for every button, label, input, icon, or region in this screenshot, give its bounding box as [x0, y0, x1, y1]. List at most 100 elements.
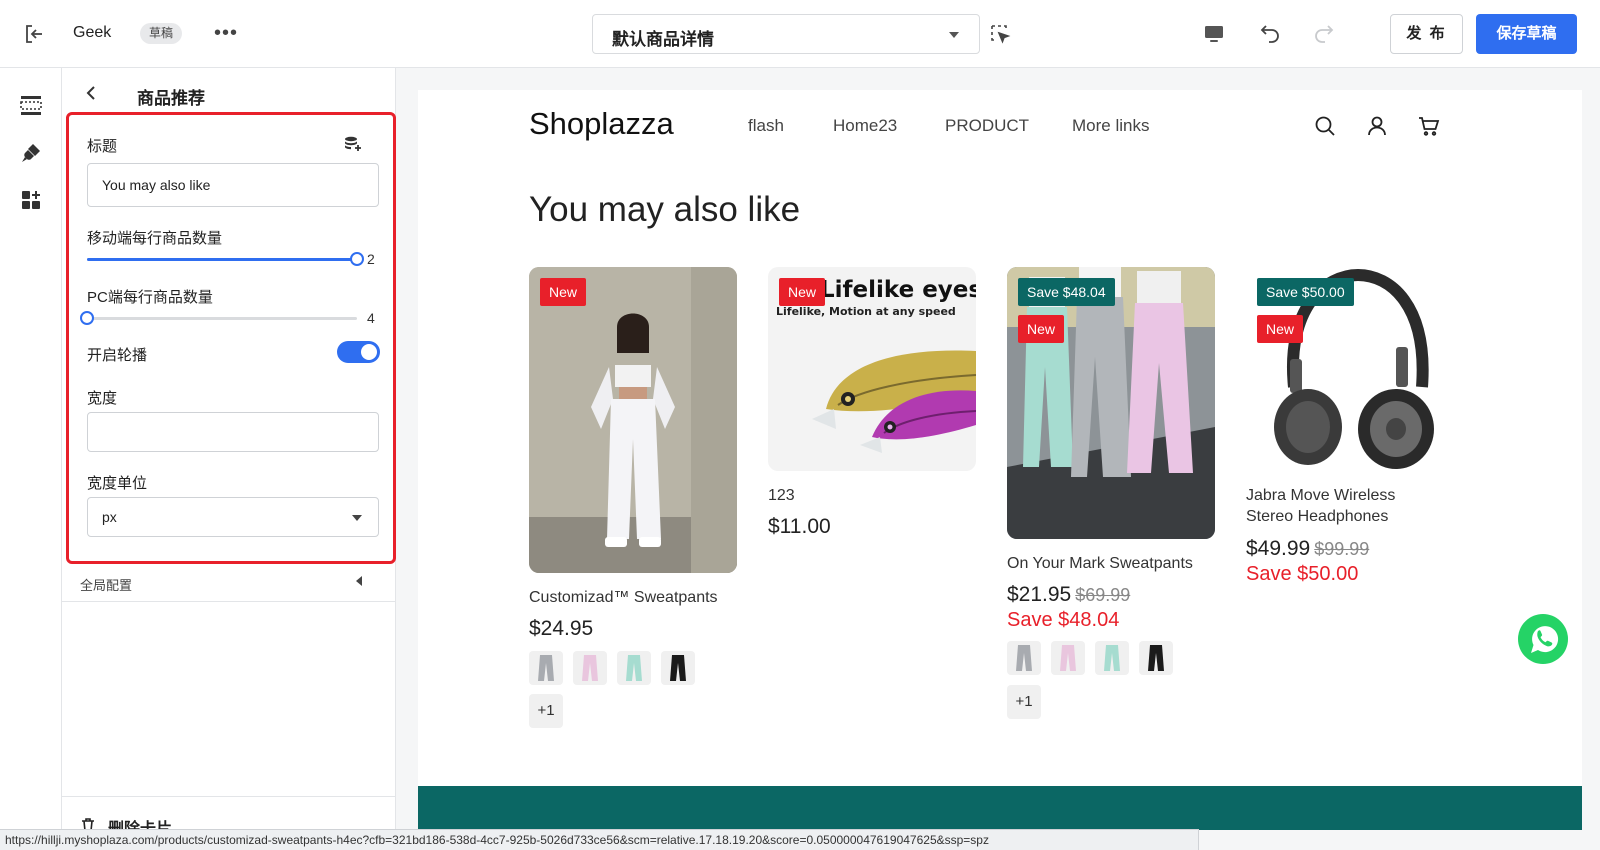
exit-editor-icon[interactable] — [22, 22, 46, 46]
new-badge: New — [540, 278, 587, 306]
product-name[interactable]: Customizad™ Sweatpants — [529, 587, 718, 608]
pc-count-slider[interactable] — [80, 311, 357, 325]
product-price: $24.95 — [529, 617, 594, 640]
sections-icon[interactable] — [19, 93, 43, 117]
mobile-slider-thumb[interactable] — [350, 252, 364, 266]
title-field-label: 标题 — [87, 138, 118, 155]
swatch-pants-icon — [626, 655, 642, 681]
swatch-pants-icon — [1104, 645, 1120, 671]
swatch-mint[interactable] — [617, 651, 651, 685]
product-name[interactable]: 123 — [768, 485, 795, 506]
mobile-count-slider[interactable] — [87, 252, 364, 266]
width-input[interactable] — [87, 412, 379, 452]
swatch-pink[interactable] — [573, 651, 607, 685]
store-name: Geek — [73, 24, 112, 41]
undo-icon[interactable] — [1258, 21, 1282, 45]
product-card[interactable]: Save $50.00 New Jabra Move Wireless Ster… — [1246, 267, 1454, 585]
product-name[interactable]: Jabra Move Wireless Stereo Headphones — [1246, 485, 1436, 527]
theme-brush-icon[interactable] — [19, 141, 43, 165]
desktop-preview-icon[interactable] — [1202, 22, 1226, 46]
swatch-grey[interactable] — [1007, 641, 1041, 675]
save-amount: Save $50.00 — [1246, 563, 1359, 585]
add-block-icon[interactable] — [19, 188, 43, 212]
save-badge: Save $48.04 — [1018, 278, 1115, 306]
swatch-pink[interactable] — [1051, 641, 1085, 675]
draft-status-badge: 草稿 — [140, 23, 183, 44]
template-select[interactable]: 默认商品详情 — [592, 14, 980, 54]
dynamic-source-icon[interactable] — [344, 135, 362, 153]
swatch-pants-icon — [582, 655, 598, 681]
more-options-icon[interactable]: ••• — [214, 22, 238, 44]
product-photo-sweatpants — [529, 267, 737, 573]
save-draft-button[interactable]: 保存草稿 — [1476, 14, 1577, 54]
swatch-pants-icon — [1060, 645, 1076, 671]
swatch-mint[interactable] — [1095, 641, 1129, 675]
cart-icon[interactable] — [1417, 114, 1441, 138]
product-image[interactable]: New — [529, 267, 737, 573]
product-card[interactable]: New Customizad™ Sweatpants $24.95 +1 — [529, 267, 737, 728]
store-preview-canvas: Shoplazza flash Home23 PRODUCT More link… — [418, 90, 1582, 830]
top-toolbar: Geek 草稿 ••• 默认商品详情 发 布 保存草稿 — [0, 0, 1600, 68]
whatsapp-chat-icon[interactable] — [1517, 613, 1569, 665]
product-image[interactable]: Save $50.00 New — [1246, 267, 1454, 473]
store-footer-band — [418, 786, 1582, 830]
chevron-down-icon — [949, 32, 959, 38]
chevron-left-icon — [356, 576, 362, 586]
pc-slider-thumb[interactable] — [80, 311, 94, 325]
template-select-value: 默认商品详情 — [612, 30, 714, 49]
product-price-row: $21.95 $69.99 — [1007, 583, 1130, 607]
color-swatches — [529, 651, 695, 685]
carousel-toggle[interactable] — [337, 341, 380, 363]
width-unit-value: px — [102, 509, 117, 525]
panel-title: 商品推荐 — [137, 89, 205, 108]
product-price-row: $49.99 $99.99 — [1246, 537, 1369, 561]
swatch-grey[interactable] — [529, 651, 563, 685]
product-price: $21.95 — [1007, 583, 1072, 606]
highlight-frame: 标题 移动端每行商品数量 2 PC端每行商品数量 4 开启轮播 宽度 宽度单位 … — [66, 112, 396, 564]
carousel-label: 开启轮播 — [87, 347, 148, 364]
account-icon[interactable] — [1365, 114, 1389, 138]
mobile-count-label: 移动端每行商品数量 — [87, 230, 223, 247]
publish-button[interactable]: 发 布 — [1390, 14, 1463, 54]
compare-at-price: $69.99 — [1075, 585, 1131, 605]
mobile-slider-fill — [87, 258, 357, 261]
width-unit-label: 宽度单位 — [87, 475, 148, 492]
swatch-black[interactable] — [661, 651, 695, 685]
search-icon[interactable] — [1313, 114, 1337, 138]
save-badge: Save $50.00 — [1257, 278, 1354, 306]
title-input[interactable] — [87, 163, 379, 207]
product-card[interactable]: Lifelike eyes Lifelike, Motion at any sp… — [768, 267, 976, 538]
product-name[interactable]: On Your Mark Sweatpants — [1007, 553, 1193, 574]
select-element-icon[interactable] — [988, 22, 1012, 46]
swatch-pants-icon — [1148, 645, 1164, 671]
product-photo-sweatpants-group — [1007, 267, 1215, 539]
nav-link-more-links[interactable]: More links — [1072, 116, 1149, 136]
swatch-black[interactable] — [1139, 641, 1173, 675]
product-image[interactable]: Save $48.04 New — [1007, 267, 1215, 539]
more-swatches-button[interactable]: +1 — [1007, 685, 1041, 719]
nav-link-product[interactable]: PRODUCT — [945, 116, 1029, 136]
swatch-pants-icon — [538, 655, 554, 681]
compare-at-price: $99.99 — [1314, 539, 1370, 559]
pc-count-label: PC端每行商品数量 — [87, 289, 213, 306]
toggle-knob — [361, 344, 377, 360]
save-amount: Save $48.04 — [1007, 609, 1120, 631]
swatch-pants-icon — [1016, 645, 1032, 671]
swatch-pants-icon — [670, 655, 686, 681]
nav-link-flash[interactable]: flash — [748, 116, 784, 136]
product-price: $49.99 — [1246, 537, 1311, 560]
redo-icon[interactable] — [1312, 21, 1336, 45]
back-arrow-icon[interactable] — [82, 83, 102, 103]
new-badge: New — [1018, 315, 1065, 343]
nav-link-home23[interactable]: Home23 — [833, 116, 897, 136]
new-badge: New — [779, 278, 826, 306]
editor-side-rail — [0, 68, 62, 850]
color-swatches — [1007, 641, 1173, 675]
more-swatches-button[interactable]: +1 — [529, 694, 563, 728]
product-image[interactable]: Lifelike eyes Lifelike, Motion at any sp… — [768, 267, 976, 471]
product-card[interactable]: Save $48.04 New On Your Mark Sweatpants … — [1007, 267, 1215, 719]
width-unit-select[interactable]: px — [87, 497, 379, 537]
store-logo[interactable]: Shoplazza — [529, 106, 674, 142]
global-config-row[interactable]: 全局配置 — [62, 562, 396, 602]
browser-status-url: https://hillji.myshoplaza.com/products/c… — [0, 829, 1199, 850]
